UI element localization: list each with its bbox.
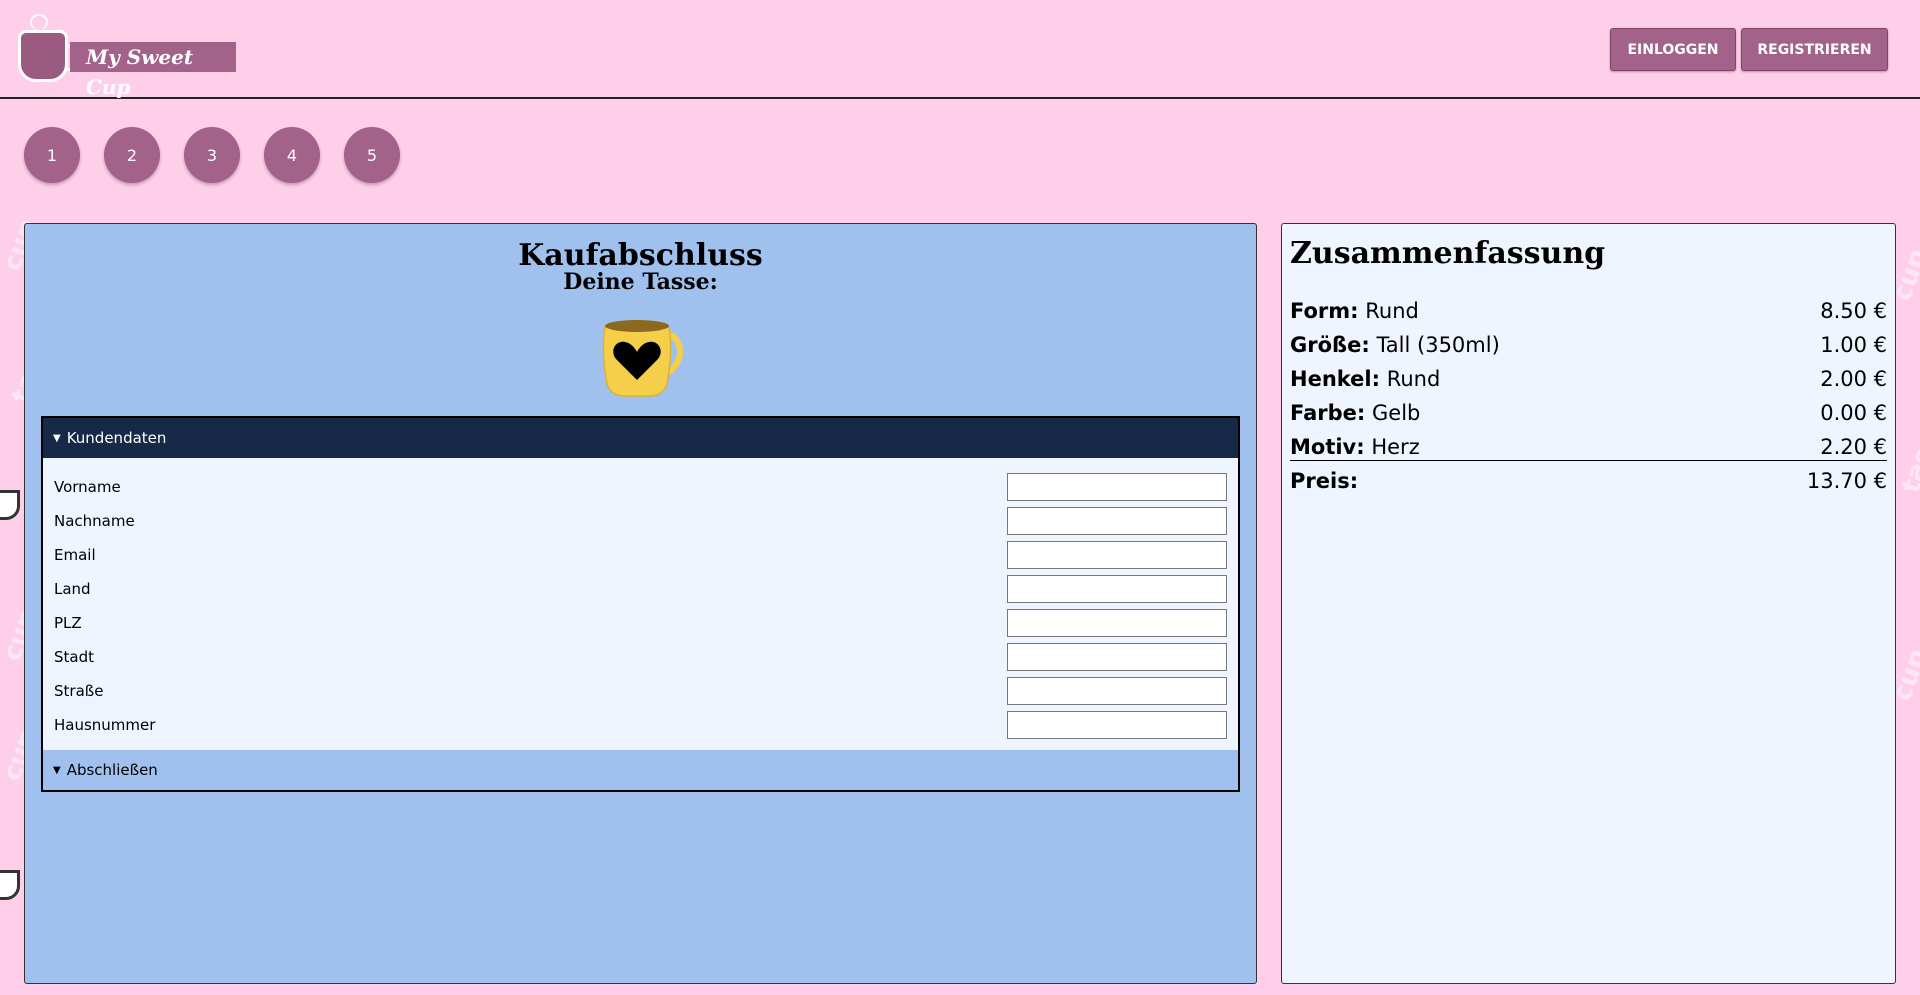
summary-row-handle: Henkel: Rund 2.00 € bbox=[1290, 362, 1887, 396]
summary-value: Rund bbox=[1365, 299, 1419, 323]
plz-input[interactable] bbox=[1007, 609, 1227, 637]
summary-price: 2.00 € bbox=[1820, 367, 1887, 391]
field-label: Straße bbox=[54, 682, 104, 700]
form-row-stadt: Stadt bbox=[43, 640, 1238, 674]
form-row-strasse: Straße bbox=[43, 674, 1238, 708]
summary-value: Tall (350ml) bbox=[1376, 333, 1500, 357]
field-label: Vorname bbox=[54, 478, 121, 496]
logo[interactable]: My Sweet Cup bbox=[14, 14, 236, 99]
nachname-input[interactable] bbox=[1007, 507, 1227, 535]
header: My Sweet Cup Einloggen Registrieren bbox=[0, 0, 1920, 99]
total-label: Preis: bbox=[1290, 469, 1359, 493]
mug-subtitle: Deine Tasse: bbox=[563, 269, 718, 295]
field-label: Nachname bbox=[54, 512, 135, 530]
field-label: Land bbox=[54, 580, 91, 598]
checkout-form: ▼ Kundendaten Vorname Nachname Email Lan… bbox=[41, 416, 1240, 792]
checkout-panel: Kaufabschluss Deine Tasse: ▼ Kundendaten… bbox=[24, 223, 1257, 984]
logo-text: My Sweet Cup bbox=[70, 42, 236, 99]
customer-fields: Vorname Nachname Email Land PLZ Stadt St… bbox=[43, 458, 1238, 752]
summary-total-row: Preis: 13.70 € bbox=[1290, 464, 1887, 498]
step-2-button[interactable]: 2 bbox=[104, 127, 160, 183]
form-row-land: Land bbox=[43, 572, 1238, 606]
summary-price: 2.20 € bbox=[1820, 435, 1887, 459]
triangle-down-icon: ▼ bbox=[53, 432, 61, 444]
step-1-button[interactable]: 1 bbox=[24, 127, 80, 183]
summary-divider bbox=[1290, 460, 1887, 461]
register-button[interactable]: Registrieren bbox=[1741, 28, 1888, 71]
field-label: PLZ bbox=[54, 614, 82, 632]
step-5-button[interactable]: 5 bbox=[344, 127, 400, 183]
page-title: Kaufabschluss bbox=[518, 238, 763, 273]
login-button[interactable]: Einloggen bbox=[1610, 28, 1736, 71]
form-row-nachname: Nachname bbox=[43, 504, 1238, 538]
summary-row-size: Größe: Tall (350ml) 1.00 € bbox=[1290, 328, 1887, 362]
summary-value: Rund bbox=[1386, 367, 1441, 391]
steam-icon bbox=[30, 14, 48, 30]
field-label: Stadt bbox=[54, 648, 94, 666]
summary-row-form: Form: Rund 8.50 € bbox=[1290, 294, 1887, 328]
summary-value: Herz bbox=[1371, 435, 1420, 459]
strasse-input[interactable] bbox=[1007, 677, 1227, 705]
form-row-vorname: Vorname bbox=[43, 470, 1238, 504]
form-row-email: Email bbox=[43, 538, 1238, 572]
customer-data-section-toggle[interactable]: ▼ Kundendaten bbox=[43, 418, 1238, 458]
field-label: Email bbox=[54, 546, 96, 564]
summary-key: Farbe: bbox=[1290, 401, 1366, 425]
finish-section-toggle[interactable]: ▼ Abschließen bbox=[43, 750, 1238, 790]
triangle-down-icon: ▼ bbox=[53, 764, 61, 776]
summary-key: Größe: bbox=[1290, 333, 1370, 357]
finish-section-label: Abschließen bbox=[66, 761, 158, 779]
summary-title: Zusammenfassung bbox=[1290, 236, 1606, 271]
vorname-input[interactable] bbox=[1007, 473, 1227, 501]
total-price: 13.70 € bbox=[1806, 469, 1887, 493]
summary-price: 8.50 € bbox=[1820, 299, 1887, 323]
summary-panel: Zusammenfassung Form: Rund 8.50 € Größe:… bbox=[1281, 223, 1896, 984]
summary-key: Form: bbox=[1290, 299, 1359, 323]
email-input[interactable] bbox=[1007, 541, 1227, 569]
summary-row-color: Farbe: Gelb 0.00 € bbox=[1290, 396, 1887, 430]
summary-price: 1.00 € bbox=[1820, 333, 1887, 357]
stadt-input[interactable] bbox=[1007, 643, 1227, 671]
summary-key: Motiv: bbox=[1290, 435, 1365, 459]
summary-key: Henkel: bbox=[1290, 367, 1381, 391]
cup-icon bbox=[18, 30, 82, 82]
step-4-button[interactable]: 4 bbox=[264, 127, 320, 183]
form-row-plz: PLZ bbox=[43, 606, 1238, 640]
customer-data-section-label: Kundendaten bbox=[66, 429, 167, 447]
form-row-hausnummer: Hausnummer bbox=[43, 708, 1238, 742]
summary-row-motif: Motiv: Herz 2.20 € bbox=[1290, 430, 1887, 464]
step-3-button[interactable]: 3 bbox=[184, 127, 240, 183]
summary-value: Gelb bbox=[1372, 401, 1421, 425]
field-label: Hausnummer bbox=[54, 716, 156, 734]
hausnummer-input[interactable] bbox=[1007, 711, 1227, 739]
summary-price: 0.00 € bbox=[1820, 401, 1887, 425]
mug-preview bbox=[602, 320, 683, 397]
land-input[interactable] bbox=[1007, 575, 1227, 603]
